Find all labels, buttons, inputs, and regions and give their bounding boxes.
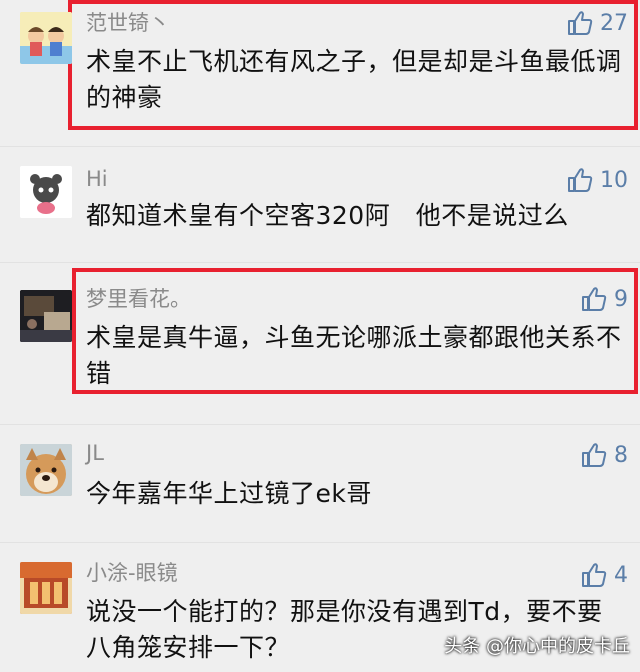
comment-item: JL 8 今年嘉年华上过镜了ek哥	[0, 430, 640, 540]
avatar[interactable]	[20, 12, 72, 64]
avatar[interactable]	[20, 290, 72, 342]
comment-item: Hi 10 都知道术皇有个空客320阿 他不是说过么	[0, 150, 640, 260]
comment-author[interactable]: 小涂-眼镜	[86, 560, 178, 586]
divider	[0, 262, 640, 263]
thumbs-up-icon	[566, 166, 594, 194]
comment-author[interactable]: 范世锜丶	[86, 10, 170, 36]
like-count: 8	[614, 442, 628, 468]
divider	[0, 424, 640, 425]
avatar[interactable]	[20, 166, 72, 218]
like-count: 10	[600, 167, 628, 193]
comment-item: 范世锜丶 27 术皇不止飞机还有风之子，但是却是斗鱼最低调的神豪	[0, 0, 640, 140]
like-button[interactable]: 4	[580, 560, 628, 590]
comment-text: 今年嘉年华上过镜了ek哥	[86, 479, 372, 508]
like-button[interactable]: 8	[580, 440, 628, 470]
divider	[0, 146, 640, 147]
like-count: 27	[600, 10, 628, 36]
comment-author[interactable]: 梦里看花。	[86, 286, 191, 312]
comment-author[interactable]: Hi	[86, 166, 108, 192]
thumbs-up-icon	[580, 441, 608, 469]
like-button[interactable]: 27	[566, 8, 628, 38]
comment-text: 都知道术皇有个空客320阿 他不是说过么	[86, 201, 569, 230]
like-count: 4	[614, 562, 628, 588]
comment-author[interactable]: JL	[86, 440, 104, 466]
avatar[interactable]	[20, 562, 72, 614]
comment-item: 梦里看花。 9 术皇是真牛逼，斗鱼无论哪派土豪都跟他关系不错	[0, 266, 640, 406]
divider	[0, 542, 640, 543]
like-button[interactable]: 9	[580, 284, 628, 314]
watermark: 头条 @你心中的皮卡丘	[444, 636, 630, 657]
thumbs-up-icon	[580, 285, 608, 313]
like-button[interactable]: 10	[566, 165, 628, 195]
avatar[interactable]	[20, 444, 72, 496]
thumbs-up-icon	[566, 9, 594, 37]
like-count: 9	[614, 286, 628, 312]
comment-text: 术皇不止飞机还有风之子，但是却是斗鱼最低调的神豪	[86, 47, 622, 112]
thumbs-up-icon	[580, 561, 608, 589]
comment-text: 术皇是真牛逼，斗鱼无论哪派土豪都跟他关系不错	[86, 323, 622, 388]
